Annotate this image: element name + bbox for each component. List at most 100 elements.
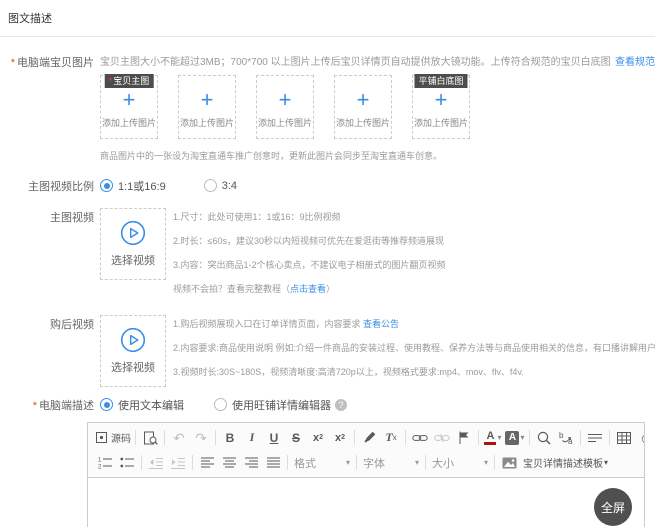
main-video-label: 主图视频 [0, 208, 100, 306]
background-color-button[interactable]: A ▾ [505, 428, 525, 448]
toolbar-row-2: 12 [94, 450, 638, 475]
align-right-button[interactable] [241, 453, 261, 473]
remove-format-button[interactable]: Tx [381, 428, 401, 448]
link-icon [412, 433, 428, 443]
table-icon [617, 432, 631, 444]
emoticon-button[interactable]: ☺ [636, 428, 644, 448]
fullscreen-button[interactable]: 全屏 [594, 488, 632, 526]
replace-button[interactable]: ba [556, 428, 576, 448]
main-video-instructions: 1.尺寸：此处可使用1：1或16：9比例视频 2.时长：≤60s，建议30秒以内… [173, 208, 655, 306]
ordered-list-button[interactable]: 12 [95, 453, 115, 473]
unlink-icon [434, 433, 450, 443]
ratio-option-1-1-16-9[interactable]: 1:1或16:9 [100, 178, 166, 194]
toolbar-separator [609, 430, 610, 445]
search-button[interactable] [534, 428, 554, 448]
anchor-button[interactable] [454, 428, 474, 448]
outdent-button[interactable] [146, 453, 166, 473]
instruction-line: 2.内容要求:商品使用说明 例如:介绍一件商品的安装过程、使用教程、保养方法等与… [173, 341, 655, 354]
undo-button[interactable]: ↶ [169, 428, 189, 448]
toolbar-separator [192, 455, 193, 470]
anchor-flag-icon [458, 431, 470, 444]
align-left-button[interactable] [197, 453, 217, 473]
upload-image-box-whitebg[interactable]: 平铺白底图 + 添加上传图片 [412, 75, 470, 139]
subscript-button[interactable]: x2 [308, 428, 328, 448]
align-right-icon [245, 457, 258, 468]
row-main-video: 主图视频 选择视频 1.尺寸：此处可使用1：1或16：9比例视频 2.时长：≤6… [0, 208, 655, 306]
font-color-button[interactable]: A ▾ [483, 428, 503, 448]
select-video-label: 选择视频 [101, 359, 165, 375]
main-image-badge: *宝贝主图 [105, 74, 154, 88]
font-family-select[interactable]: 字体▾ [360, 455, 422, 471]
upload-image-box-2[interactable]: + 添加上传图片 [178, 75, 236, 139]
editor-toolbar: 源码 ↶ ↷ B I U S x2 x2 [88, 423, 644, 478]
plus-icon: + [101, 89, 157, 111]
upload-row: *宝贝主图 + 添加上传图片 + 添加上传图片 + 添加上传图片 + 添加上 [100, 75, 655, 139]
superscript-button[interactable]: x2 [330, 428, 350, 448]
listing-form: *电脑端宝贝图片 宝贝主图大小不能超过3MB；700*700 以上图片上传后宝贝… [0, 37, 655, 527]
tab-image-text-description[interactable]: 图文描述 [8, 13, 52, 25]
toolbar-separator [135, 430, 136, 445]
source-code-button[interactable]: 源码 [95, 428, 131, 448]
instruction-line: 2.时长：≤60s，建议30秒以内短视频可优先在爱逛街等推荐频道展现 [173, 234, 655, 247]
help-icon[interactable]: ? [335, 399, 347, 411]
select-main-video-box[interactable]: 选择视频 [100, 208, 166, 280]
editor-option-wangpu[interactable]: 使用旺铺详情编辑器 ? [214, 397, 347, 413]
font-color-swatch [484, 442, 496, 445]
editor-option-text[interactable]: 使用文本编辑 [100, 397, 184, 413]
bold-button[interactable]: B [220, 428, 240, 448]
toolbar-separator [164, 430, 165, 445]
select-video-label: 选择视频 [101, 252, 165, 268]
main-video-ratio-label: 主图视频比例 [0, 177, 100, 194]
align-justify-button[interactable] [263, 453, 283, 473]
row-pc-description: *电脑端描述 使用文本编辑 使用旺铺详情编辑器 ? [0, 396, 655, 413]
align-center-button[interactable] [219, 453, 239, 473]
preview-button[interactable] [140, 428, 160, 448]
link-button[interactable] [410, 428, 430, 448]
redo-button[interactable]: ↷ [191, 428, 211, 448]
upload-image-box-main[interactable]: *宝贝主图 + 添加上传图片 [100, 75, 158, 139]
paragraph-spacing-button[interactable] [585, 428, 605, 448]
paragraph-lines-icon [588, 432, 602, 444]
description-template-select[interactable]: 宝贝详情描述模板▾ [523, 455, 608, 470]
instruction-line: 视频不会拍？查看完整教程（点击查看） [173, 282, 655, 295]
editor-content-area[interactable]: 全屏 [88, 478, 644, 527]
ratio-option-3-4[interactable]: 3:4 [204, 179, 237, 192]
view-announcement-link[interactable]: 查看公告 [363, 319, 399, 329]
upload-image-box-4[interactable]: + 添加上传图片 [334, 75, 392, 139]
font-size-select[interactable]: 大小▾ [429, 455, 491, 471]
insert-image-button[interactable] [499, 453, 519, 473]
plus-icon: + [257, 89, 313, 111]
instruction-line: 1.尺寸：此处可使用1：1或16：9比例视频 [173, 210, 655, 223]
radio-selected-icon[interactable] [100, 398, 113, 411]
svg-text:2: 2 [98, 465, 102, 470]
product-images-label: *电脑端宝贝图片 [0, 53, 100, 165]
plus-icon: + [413, 89, 469, 111]
tutorial-link[interactable]: 点击查看 [290, 284, 326, 294]
required-mark: * [11, 57, 15, 69]
chevron-down-icon: ▾ [415, 458, 419, 467]
post-purchase-video-instructions: 1.购后视频展现入口在订单详情页面，内容要求 查看公告 2.内容要求:商品使用说… [173, 315, 655, 389]
source-code-icon [95, 431, 108, 444]
format-painter-button[interactable] [359, 428, 379, 448]
underline-button[interactable]: U [264, 428, 284, 448]
format-painter-icon [363, 431, 376, 444]
insert-table-button[interactable] [614, 428, 634, 448]
radio-unselected-icon[interactable] [204, 179, 217, 192]
toolbar-separator [141, 455, 142, 470]
plus-icon: + [335, 89, 391, 111]
select-post-purchase-video-box[interactable]: 选择视频 [100, 315, 166, 387]
paragraph-format-select[interactable]: 格式▾ [291, 455, 353, 471]
replace-icon: ba [559, 431, 574, 445]
upload-image-box-3[interactable]: + 添加上传图片 [256, 75, 314, 139]
indent-button[interactable] [168, 453, 188, 473]
view-spec-link[interactable]: 查看规范 [615, 53, 655, 68]
indent-icon [171, 457, 185, 469]
unordered-list-button[interactable] [117, 453, 137, 473]
strikethrough-button[interactable]: S [286, 428, 306, 448]
radio-unselected-icon[interactable] [214, 398, 227, 411]
toolbar-separator [425, 455, 426, 470]
radio-selected-icon[interactable] [100, 179, 113, 192]
italic-button[interactable]: I [242, 428, 262, 448]
unlink-button[interactable] [432, 428, 452, 448]
pc-description-label: *电脑端描述 [0, 396, 100, 413]
